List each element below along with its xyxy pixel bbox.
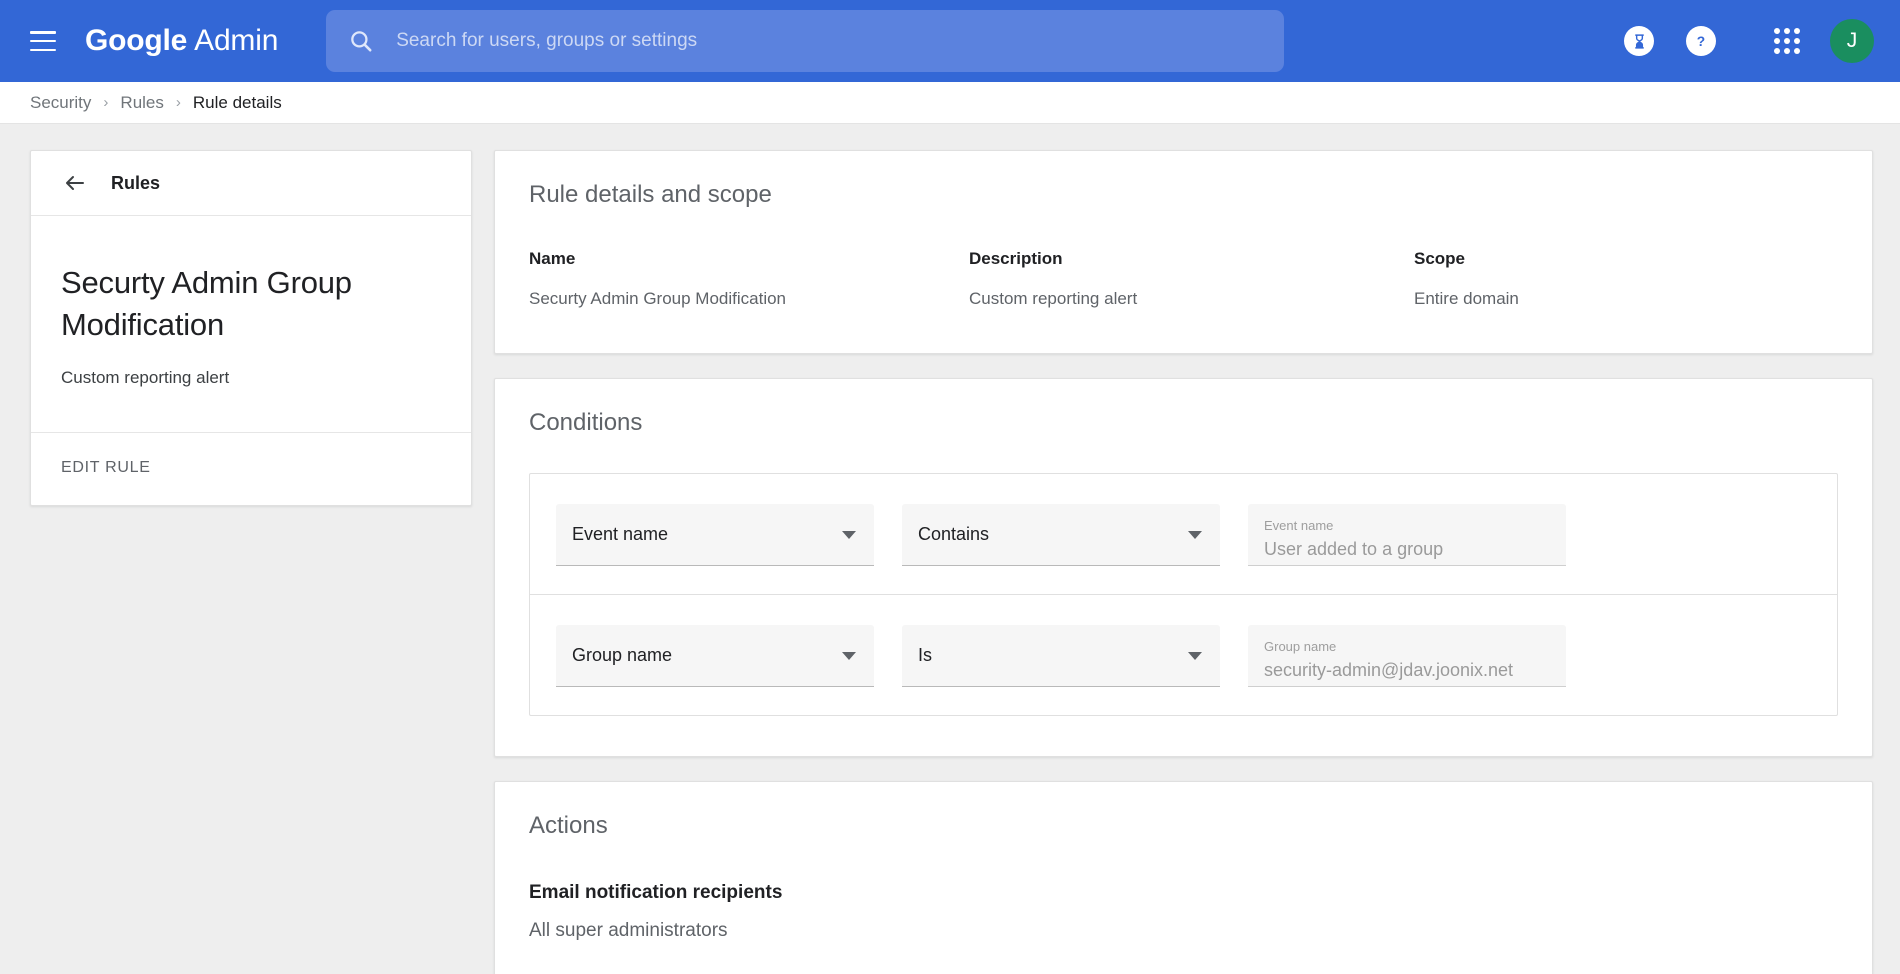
- detail-value-name: Securty Admin Group Modification: [529, 289, 787, 308]
- condition-value-field-value: User added to a group: [1264, 539, 1444, 560]
- chevron-down-icon: [1188, 651, 1202, 660]
- detail-field-name: Name Securty Admin Group Modification: [529, 249, 969, 309]
- action-value: All super administrators: [529, 920, 728, 941]
- rule-summary-card: Rules Securty Admin Group Modification C…: [30, 150, 472, 506]
- apps-grid-icon[interactable]: [1774, 28, 1800, 54]
- avatar[interactable]: J: [1830, 19, 1874, 63]
- detail-label-name: Name: [529, 249, 576, 268]
- actions-section-title: Actions: [529, 812, 608, 839]
- breadcrumb-item-security[interactable]: Security: [30, 93, 91, 113]
- detail-field-scope: Scope Entire domain: [1414, 249, 1838, 309]
- rule-title: Securty Admin Group Modification: [61, 265, 352, 342]
- top-app-bar: GoogleAdmin ? J: [0, 0, 1900, 82]
- search-input[interactable]: [396, 30, 1263, 52]
- trial-status-button[interactable]: [1608, 10, 1670, 72]
- breadcrumb-separator-icon: ›: [175, 94, 181, 111]
- breadcrumb-item-rules[interactable]: Rules: [120, 93, 163, 113]
- condition-row: Group name Is Group name security-admin@…: [530, 594, 1837, 715]
- rule-details-and-scope-card: Rule details and scope Name Securty Admi…: [494, 150, 1873, 354]
- brand-google: Google: [85, 24, 188, 57]
- search-icon: [351, 31, 372, 52]
- page-body: Rules Securty Admin Group Modification C…: [0, 124, 1900, 974]
- rule-summary-body: Securty Admin Group Modification Custom …: [31, 216, 471, 433]
- hamburger-menu-icon[interactable]: [30, 31, 56, 51]
- svg-text:?: ?: [1697, 34, 1705, 49]
- rule-subtitle: Custom reporting alert: [61, 368, 230, 387]
- detail-value-description: Custom reporting alert: [969, 289, 1138, 308]
- back-to-rules-header[interactable]: Rules: [31, 151, 471, 216]
- rule-details-grid: Name Securty Admin Group Modification De…: [529, 249, 1838, 309]
- conditions-section-title: Conditions: [529, 409, 643, 436]
- condition-attribute-value: Group name: [572, 645, 673, 665]
- appbar-actions: ? J: [1608, 10, 1874, 72]
- breadcrumb-item-rule-details: Rule details: [192, 92, 282, 112]
- action-item: Email notification recipients All super …: [529, 882, 1838, 942]
- detail-label-scope: Scope: [1414, 249, 1466, 268]
- actions-card: Actions Email notification recipients Al…: [494, 781, 1873, 974]
- chevron-down-icon: [1188, 530, 1202, 539]
- chevron-down-icon: [842, 651, 856, 660]
- global-search-box[interactable]: [326, 10, 1285, 72]
- condition-value-field[interactable]: Group name security-admin@jdav.joonix.ne…: [1248, 625, 1566, 687]
- action-label: Email notification recipients: [529, 882, 783, 903]
- hourglass-icon: [1624, 26, 1654, 56]
- condition-value-field[interactable]: Event name User added to a group: [1248, 504, 1566, 566]
- rule-details-section-title: Rule details and scope: [529, 181, 772, 208]
- content-column: Rule details and scope Name Securty Admi…: [494, 150, 1873, 974]
- detail-field-description: Description Custom reporting alert: [969, 249, 1414, 309]
- detail-value-scope: Entire domain: [1414, 289, 1519, 308]
- condition-row: Event name Contains Event name User adde…: [530, 474, 1837, 594]
- condition-value-field-label: Group name: [1264, 638, 1337, 654]
- app-brand-title: Google Admin: [85, 26, 278, 56]
- back-arrow-icon: [66, 176, 84, 190]
- condition-value-field-value: security-admin@jdav.joonix.net: [1264, 660, 1514, 681]
- condition-value-field-label: Event name: [1264, 517, 1334, 533]
- condition-attribute-value: Event name: [572, 524, 669, 544]
- conditions-list: Event name Contains Event name User adde…: [529, 473, 1838, 716]
- brand-admin: Admin: [194, 24, 279, 57]
- condition-attribute-select[interactable]: Group name: [556, 625, 874, 687]
- edit-rule-button[interactable]: EDIT RULE: [61, 459, 151, 477]
- conditions-card: Conditions Event name Contains Event nam…: [494, 378, 1873, 757]
- detail-label-description: Description: [969, 249, 1063, 268]
- breadcrumb: Security › Rules › Rule details: [0, 82, 1900, 124]
- rule-summary-actions: EDIT RULE: [31, 433, 471, 505]
- condition-operator-value: Contains: [918, 524, 990, 544]
- condition-attribute-select[interactable]: Event name: [556, 504, 874, 566]
- help-question-icon: ?: [1686, 26, 1716, 56]
- condition-operator-value: Is: [918, 645, 933, 665]
- rail-header-label: Rules: [111, 172, 161, 193]
- breadcrumb-separator-icon: ›: [103, 94, 109, 111]
- help-button[interactable]: ?: [1670, 10, 1732, 72]
- condition-operator-select[interactable]: Is: [902, 625, 1220, 687]
- condition-operator-select[interactable]: Contains: [902, 504, 1220, 566]
- chevron-down-icon: [842, 530, 856, 539]
